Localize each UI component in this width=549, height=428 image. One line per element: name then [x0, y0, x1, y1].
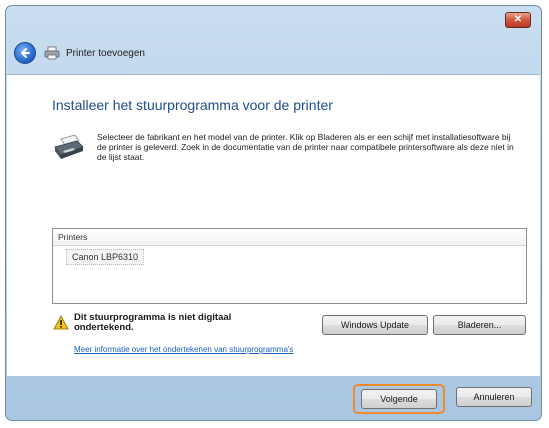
cancel-button[interactable]: Annuleren	[456, 387, 532, 407]
dialog-window: ✕ Printer toevoegen Installeer het stuur…	[5, 5, 542, 421]
close-icon: ✕	[513, 14, 523, 25]
content-area: Installeer het stuurprogramma voor de pr…	[7, 74, 540, 376]
back-arrow-icon	[21, 48, 30, 58]
next-button-highlight: Volgende	[353, 384, 445, 414]
back-button[interactable]	[14, 42, 36, 64]
unsigned-driver-warning: Dit stuurprogramma is niet digitaal onde…	[74, 312, 232, 333]
printers-list[interactable]: Printers Canon LBP6310	[52, 228, 527, 304]
driver-signing-info-link[interactable]: Meer informatie over het ondertekenen va…	[74, 345, 293, 354]
footer-bar: Volgende Annuleren	[7, 376, 540, 420]
list-item[interactable]: Canon LBP6310	[66, 249, 145, 265]
next-button[interactable]: Volgende	[361, 389, 437, 409]
description-text: Selecteer de fabrikant en het model van …	[97, 132, 514, 162]
page-heading: Installeer het stuurprogramma voor de pr…	[52, 97, 333, 113]
printer-icon	[44, 46, 60, 60]
close-button[interactable]: ✕	[505, 12, 531, 28]
printer-illustration-icon	[54, 134, 84, 159]
list-header[interactable]: Printers	[53, 229, 526, 246]
title-bar: Printer toevoegen	[14, 42, 145, 64]
browse-button[interactable]: Bladeren...	[433, 315, 526, 335]
windows-update-button[interactable]: Windows Update	[322, 315, 428, 335]
warning-shield-icon	[53, 315, 69, 330]
window-title: Printer toevoegen	[66, 47, 145, 59]
